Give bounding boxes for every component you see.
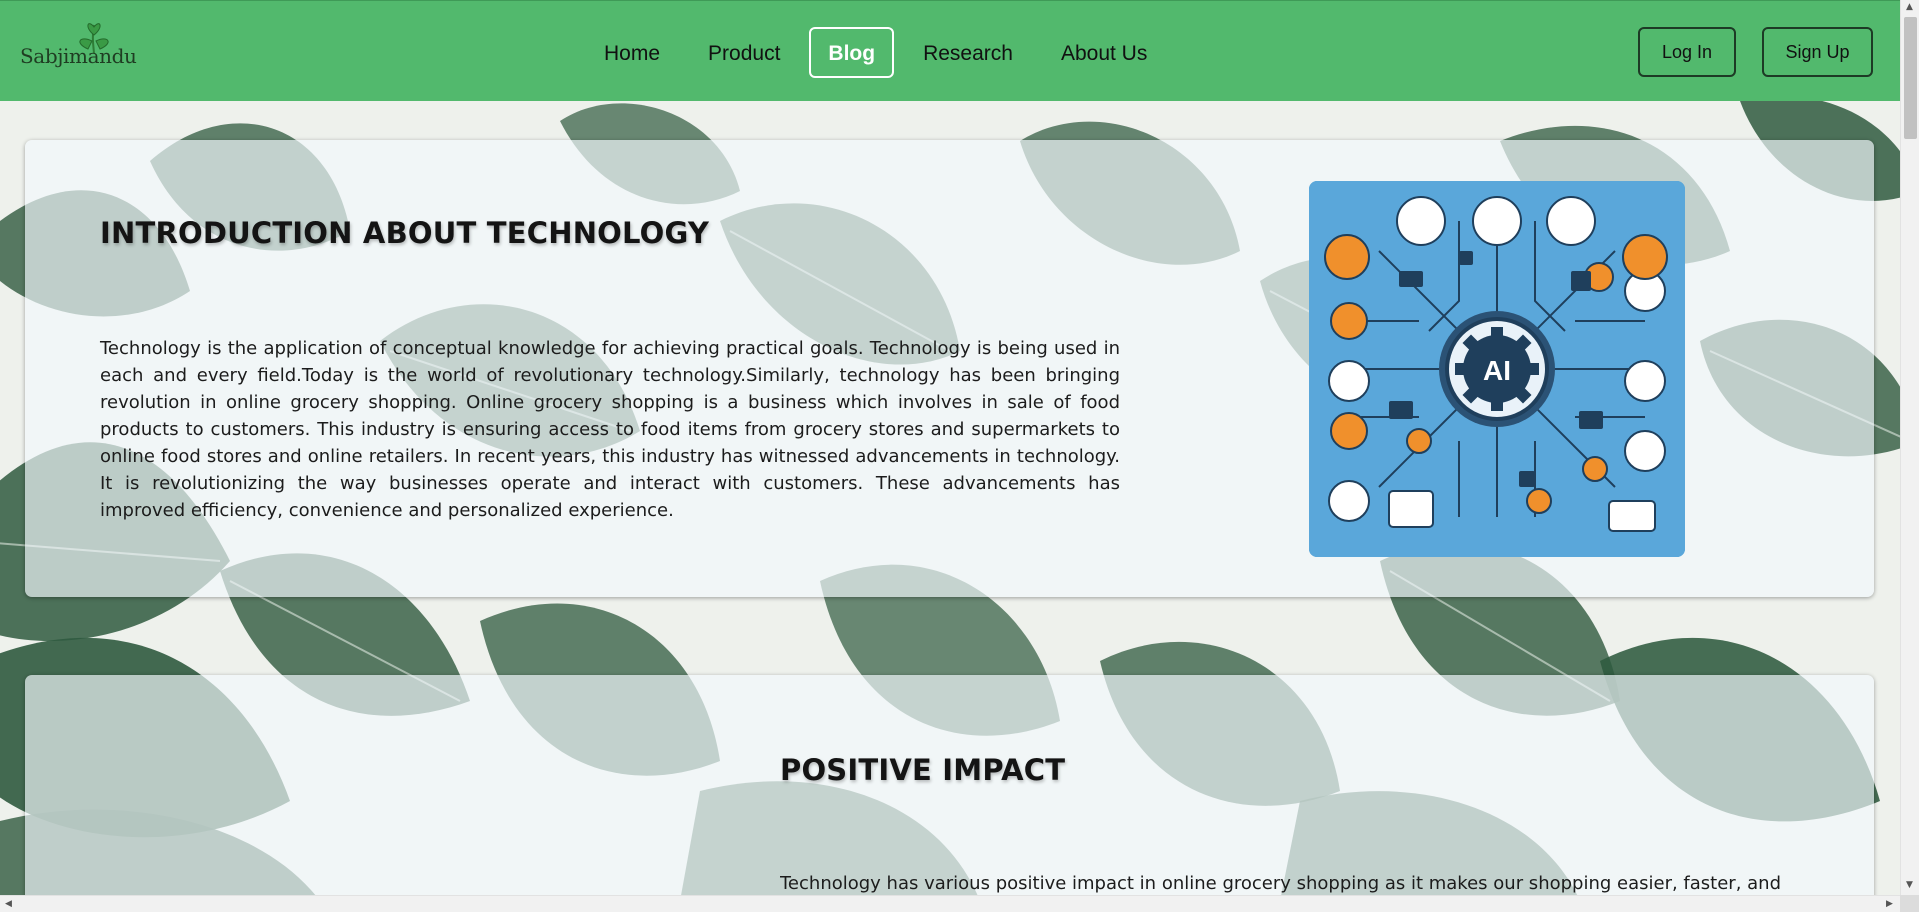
signup-button[interactable]: Sign Up [1762,27,1873,77]
login-button[interactable]: Log In [1638,27,1736,77]
brand-name: Sabjimandu [20,44,137,68]
scroll-up-icon[interactable]: ▲ [1906,2,1913,12]
scrollbar-corner [1900,895,1919,912]
nav-link-about-us[interactable]: About Us [1042,27,1166,78]
positive-impact-heading: POSITIVE IMPACT [780,753,1066,787]
positive-impact-card: POSITIVE IMPACT Technology has various p… [25,675,1874,912]
intro-heading: INTRODUCTION ABOUT TECHNOLOGY [100,216,710,250]
vertical-scroll-thumb[interactable] [1904,17,1917,139]
nav-link-blog[interactable]: Blog [809,27,895,78]
ai-label: AI [1483,355,1511,386]
scroll-down-icon[interactable]: ▼ [1906,880,1913,890]
vertical-scrollbar[interactable]: ▲ ▼ [1900,0,1919,895]
positive-impact-paragraph: Technology has various positive impact i… [780,873,1782,894]
ai-technology-illustration: AI [1309,181,1685,557]
main-nav: Home Product Blog Research About Us [585,27,1166,78]
navbar: Sabjimandu Home Product Blog Research Ab… [0,0,1900,101]
logo[interactable]: Sabjimandu [20,17,140,77]
nav-link-product[interactable]: Product [689,27,799,78]
horizontal-scrollbar[interactable]: ◀ ▶ [0,895,1900,912]
nav-link-home[interactable]: Home [585,27,679,78]
intro-paragraph: Technology is the application of concept… [100,338,1120,521]
nav-link-research[interactable]: Research [904,27,1032,78]
intro-card: INTRODUCTION ABOUT TECHNOLOGY Technology… [25,140,1874,597]
scroll-left-icon[interactable]: ◀ [5,899,12,909]
scroll-right-icon[interactable]: ▶ [1886,899,1893,909]
